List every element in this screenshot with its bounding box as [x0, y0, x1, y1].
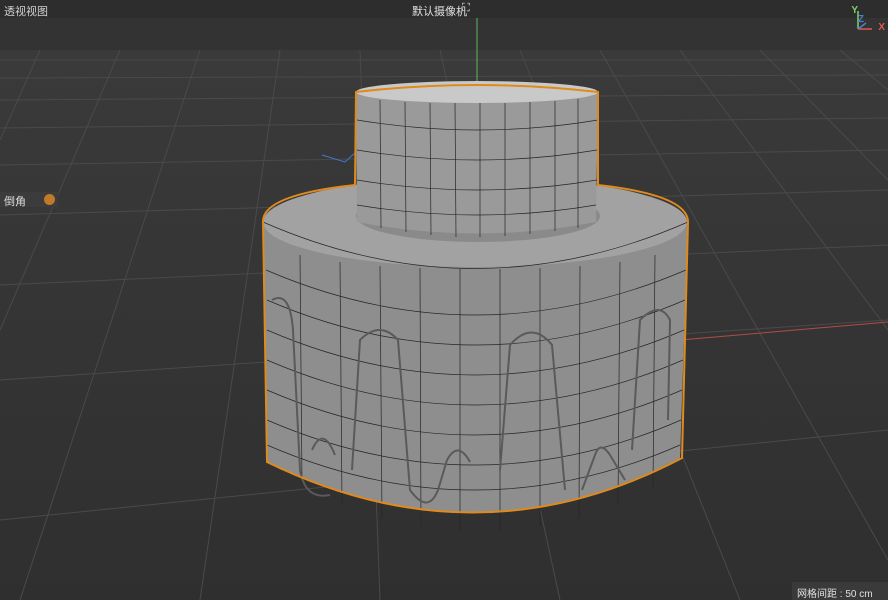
perspective-viewport[interactable]: 透视视图 默认摄像机 ⛶ 倒角 Y Z X 网格间距 : 50 cm: [0, 0, 888, 600]
view-title[interactable]: 透视视图: [4, 3, 48, 19]
viewport-header: 透视视图 默认摄像机 ⛶: [0, 0, 888, 18]
bevel-tool-icon[interactable]: [44, 194, 55, 205]
tool-label: 倒角: [4, 196, 26, 208]
grid-spacing-status: 网格间距 : 50 cm: [792, 582, 888, 600]
grid-spacing-text: 网格间距 : 50 cm: [797, 589, 873, 600]
world-z-axis: [321, 151, 357, 163]
cylinder-model[interactable]: [261, 81, 690, 530]
camera-link-icon[interactable]: ⛶: [462, 2, 470, 15]
axis-z-label: Z: [857, 14, 864, 25]
axis-x-label: X: [878, 22, 885, 33]
world-x-axis: [679, 321, 888, 341]
camera-label[interactable]: 默认摄像机: [412, 3, 467, 19]
bevel-tool-panel[interactable]: 倒角: [0, 192, 58, 208]
scene-canvas[interactable]: [0, 0, 888, 600]
